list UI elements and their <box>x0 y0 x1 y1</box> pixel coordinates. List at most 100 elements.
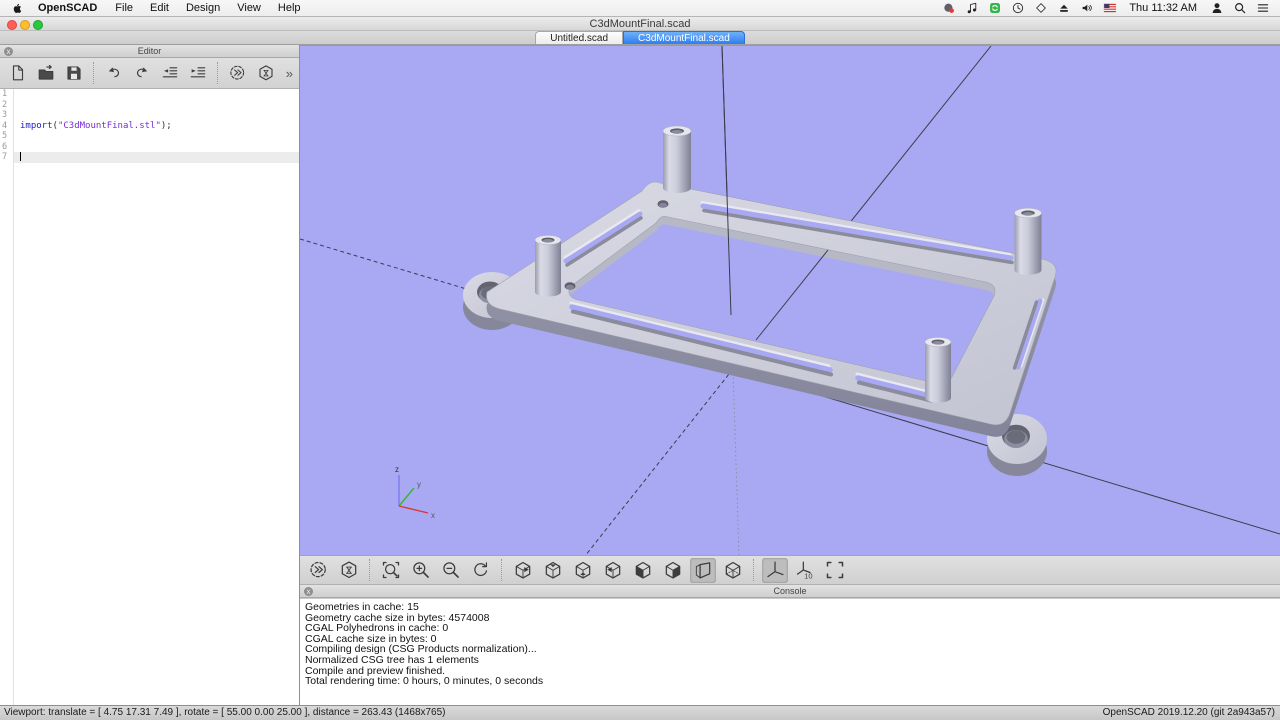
preview-icon <box>229 64 247 82</box>
sync-green-icon <box>988 1 1002 15</box>
view-left-button[interactable] <box>600 558 626 583</box>
status-bar: Viewport: translate = [ 4.75 17.31 7.49 … <box>0 705 1280 720</box>
macos-menu-bar: OpenSCAD File Edit Design View Help Thu 11:3… <box>0 0 1280 17</box>
console-panel-header: x Console <box>300 585 1280 598</box>
tab-Untitled.scad[interactable]: Untitled.scad <box>535 31 623 44</box>
tab-C3dMountFinal.scad[interactable]: C3dMountFinal.scad <box>623 31 745 44</box>
show-scale-markers-icon: 10 <box>795 560 815 580</box>
clock-menu-extra[interactable] <box>1010 1 1025 16</box>
neg-z-axis-line <box>733 369 739 555</box>
console-line: Normalized CSG tree has 1 elements <box>300 655 1280 666</box>
us-flag-menu-extra[interactable] <box>1102 1 1117 16</box>
app-red-menu-extra[interactable] <box>941 1 956 16</box>
zoom-in-icon <box>411 560 431 580</box>
zoom-all-button[interactable] <box>378 558 404 583</box>
code-line-1 <box>14 89 299 100</box>
3d-viewport[interactable]: z y x <box>300 45 1280 555</box>
menu-list-menu-extra[interactable] <box>1255 1 1270 16</box>
console-panel-title: Console <box>300 586 1280 596</box>
z-axis-label: z <box>395 465 399 474</box>
show-axes-icon <box>765 560 785 580</box>
user-menu-extra[interactable] <box>1209 1 1224 16</box>
zoom-in-button[interactable] <box>408 558 434 583</box>
view-all-button[interactable] <box>822 558 848 583</box>
music-note-menu-extra[interactable] <box>964 1 979 16</box>
editor-panel-title: Editor <box>0 46 299 56</box>
menu-status-icons <box>937 1 1121 16</box>
view-front-button[interactable] <box>630 558 656 583</box>
sync-green-menu-extra[interactable] <box>987 1 1002 16</box>
view-right-button[interactable] <box>510 558 536 583</box>
toolbar-separator <box>217 62 219 84</box>
reset-view-button[interactable] <box>468 558 494 583</box>
save-button[interactable] <box>62 61 86 85</box>
view-bottom-button[interactable] <box>570 558 596 583</box>
code-line-3 <box>14 110 299 121</box>
console-line: CGAL Polyhedrons in cache: 0 <box>300 623 1280 634</box>
code-string: "C3dMountFinal.stl" <box>58 121 161 131</box>
toolbar-overflow-chevron[interactable]: » <box>286 66 295 81</box>
toolbar-separator <box>93 62 95 84</box>
main-area: x Editor » 1234567 import("C3dMountFinal… <box>0 45 1280 705</box>
app-menu-title[interactable]: OpenSCAD <box>38 2 97 14</box>
editor-panel-header: x Editor <box>0 45 299 58</box>
render-button[interactable] <box>336 558 362 583</box>
code-line-5 <box>14 131 299 142</box>
3d-viewport-canvas[interactable]: z y x <box>300 46 1280 555</box>
post-top <box>663 126 691 193</box>
menu-item-help[interactable]: Help <box>278 2 301 14</box>
menu-clock[interactable]: Thu 11:32 AM <box>1129 2 1197 14</box>
render-button[interactable] <box>254 61 278 85</box>
menu-items: File Edit Design View Help <box>115 2 317 14</box>
menu-item-design[interactable]: Design <box>186 2 220 14</box>
post-bottom <box>925 337 951 402</box>
perspective-button[interactable] <box>690 558 716 583</box>
us-flag-icon <box>1103 1 1117 15</box>
app-red-icon <box>942 1 956 15</box>
viewport-toolbar: 10 <box>300 555 1280 585</box>
view-bottom-icon <box>573 560 593 580</box>
unindent-icon <box>161 64 179 82</box>
apple-menu[interactable] <box>10 1 24 15</box>
user-icon <box>1210 1 1224 15</box>
zoom-all-icon <box>381 560 401 580</box>
tab-bar: Untitled.scadC3dMountFinal.scad <box>0 31 1280 45</box>
menu-item-file[interactable]: File <box>115 2 133 14</box>
diamond-menu-extra[interactable] <box>1033 1 1048 16</box>
view-top-button[interactable] <box>540 558 566 583</box>
code-line-4: import("C3dMountFinal.stl"); <box>14 121 299 132</box>
view-all-icon <box>825 560 845 580</box>
viewport-status-text: Viewport: translate = [ 4.75 17.31 7.49 … <box>4 707 446 718</box>
preview-button[interactable] <box>226 61 250 85</box>
editor-panel: x Editor » 1234567 import("C3dMountFinal… <box>0 45 300 705</box>
console-line: Total rendering time: 0 hours, 0 minutes… <box>300 676 1280 687</box>
undo-button[interactable] <box>102 61 126 85</box>
preview-button[interactable] <box>306 558 332 583</box>
eject-menu-extra[interactable] <box>1056 1 1071 16</box>
search-menu-extra[interactable] <box>1232 1 1247 16</box>
indent-button[interactable] <box>186 61 210 85</box>
menu-item-edit[interactable]: Edit <box>150 2 169 14</box>
view-left-icon <box>603 560 623 580</box>
render-icon <box>339 560 359 580</box>
view-back-button[interactable] <box>660 558 686 583</box>
doc-new-button[interactable] <box>6 61 30 85</box>
console-line: Geometries in cache: 15 <box>300 602 1280 613</box>
code-editor[interactable]: 1234567 import("C3dMountFinal.stl"); <box>0 89 299 705</box>
volume-menu-extra[interactable] <box>1079 1 1094 16</box>
redo-button[interactable] <box>130 61 154 85</box>
unindent-button[interactable] <box>158 61 182 85</box>
menu-item-view[interactable]: View <box>237 2 261 14</box>
preview-icon <box>309 560 329 580</box>
clock-icon <box>1011 1 1025 15</box>
zoom-out-button[interactable] <box>438 558 464 583</box>
show-axes-button[interactable] <box>762 558 788 583</box>
console-output[interactable]: Geometries in cache: 15Geometry cache si… <box>300 598 1280 705</box>
menu-right-icons <box>1205 1 1274 16</box>
folder-open-button[interactable] <box>34 61 58 85</box>
redo-icon <box>133 64 151 82</box>
orthogonal-button[interactable] <box>720 558 746 583</box>
indent-icon <box>189 64 207 82</box>
volume-icon <box>1080 1 1094 15</box>
show-scale-markers-button[interactable]: 10 <box>792 558 818 583</box>
